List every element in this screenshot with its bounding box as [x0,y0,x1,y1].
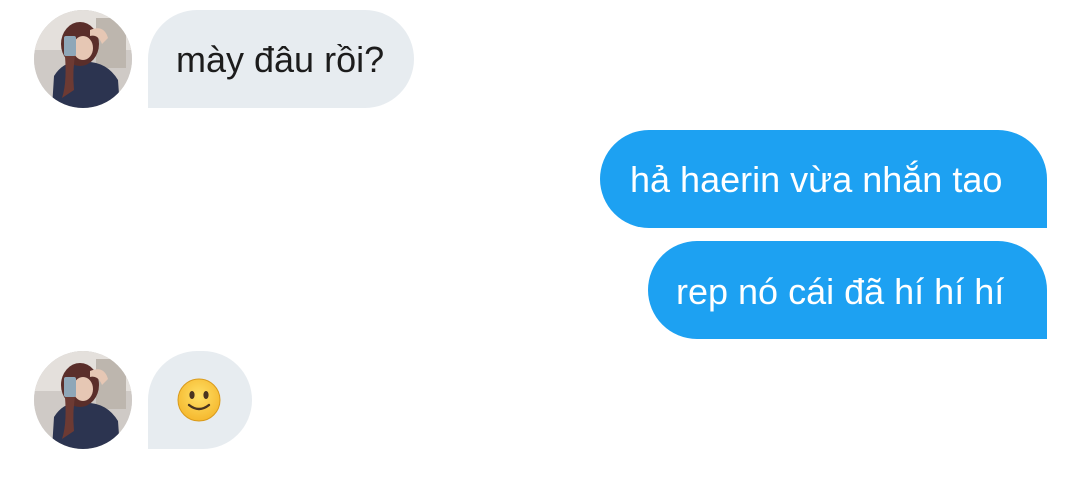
outgoing-message-bubble[interactable]: rep nó cái đã hí hí hí [648,241,1047,339]
avatar-photo [34,10,132,108]
incoming-message-bubble[interactable] [148,351,252,449]
contact-avatar[interactable] [34,10,132,108]
contact-avatar[interactable] [34,351,132,449]
message-text: hả haerin vừa nhắn tao [630,159,1003,200]
outgoing-message-bubble[interactable]: hả haerin vừa nhắn tao [600,130,1047,228]
slightly-smiling-face-icon [177,378,221,422]
avatar-photo [34,351,132,449]
incoming-message-bubble[interactable]: mày đâu rồi? [148,10,415,108]
message-text: mày đâu rồi? [176,39,385,80]
message-text: rep nó cái đã hí hí hí [676,271,1005,312]
